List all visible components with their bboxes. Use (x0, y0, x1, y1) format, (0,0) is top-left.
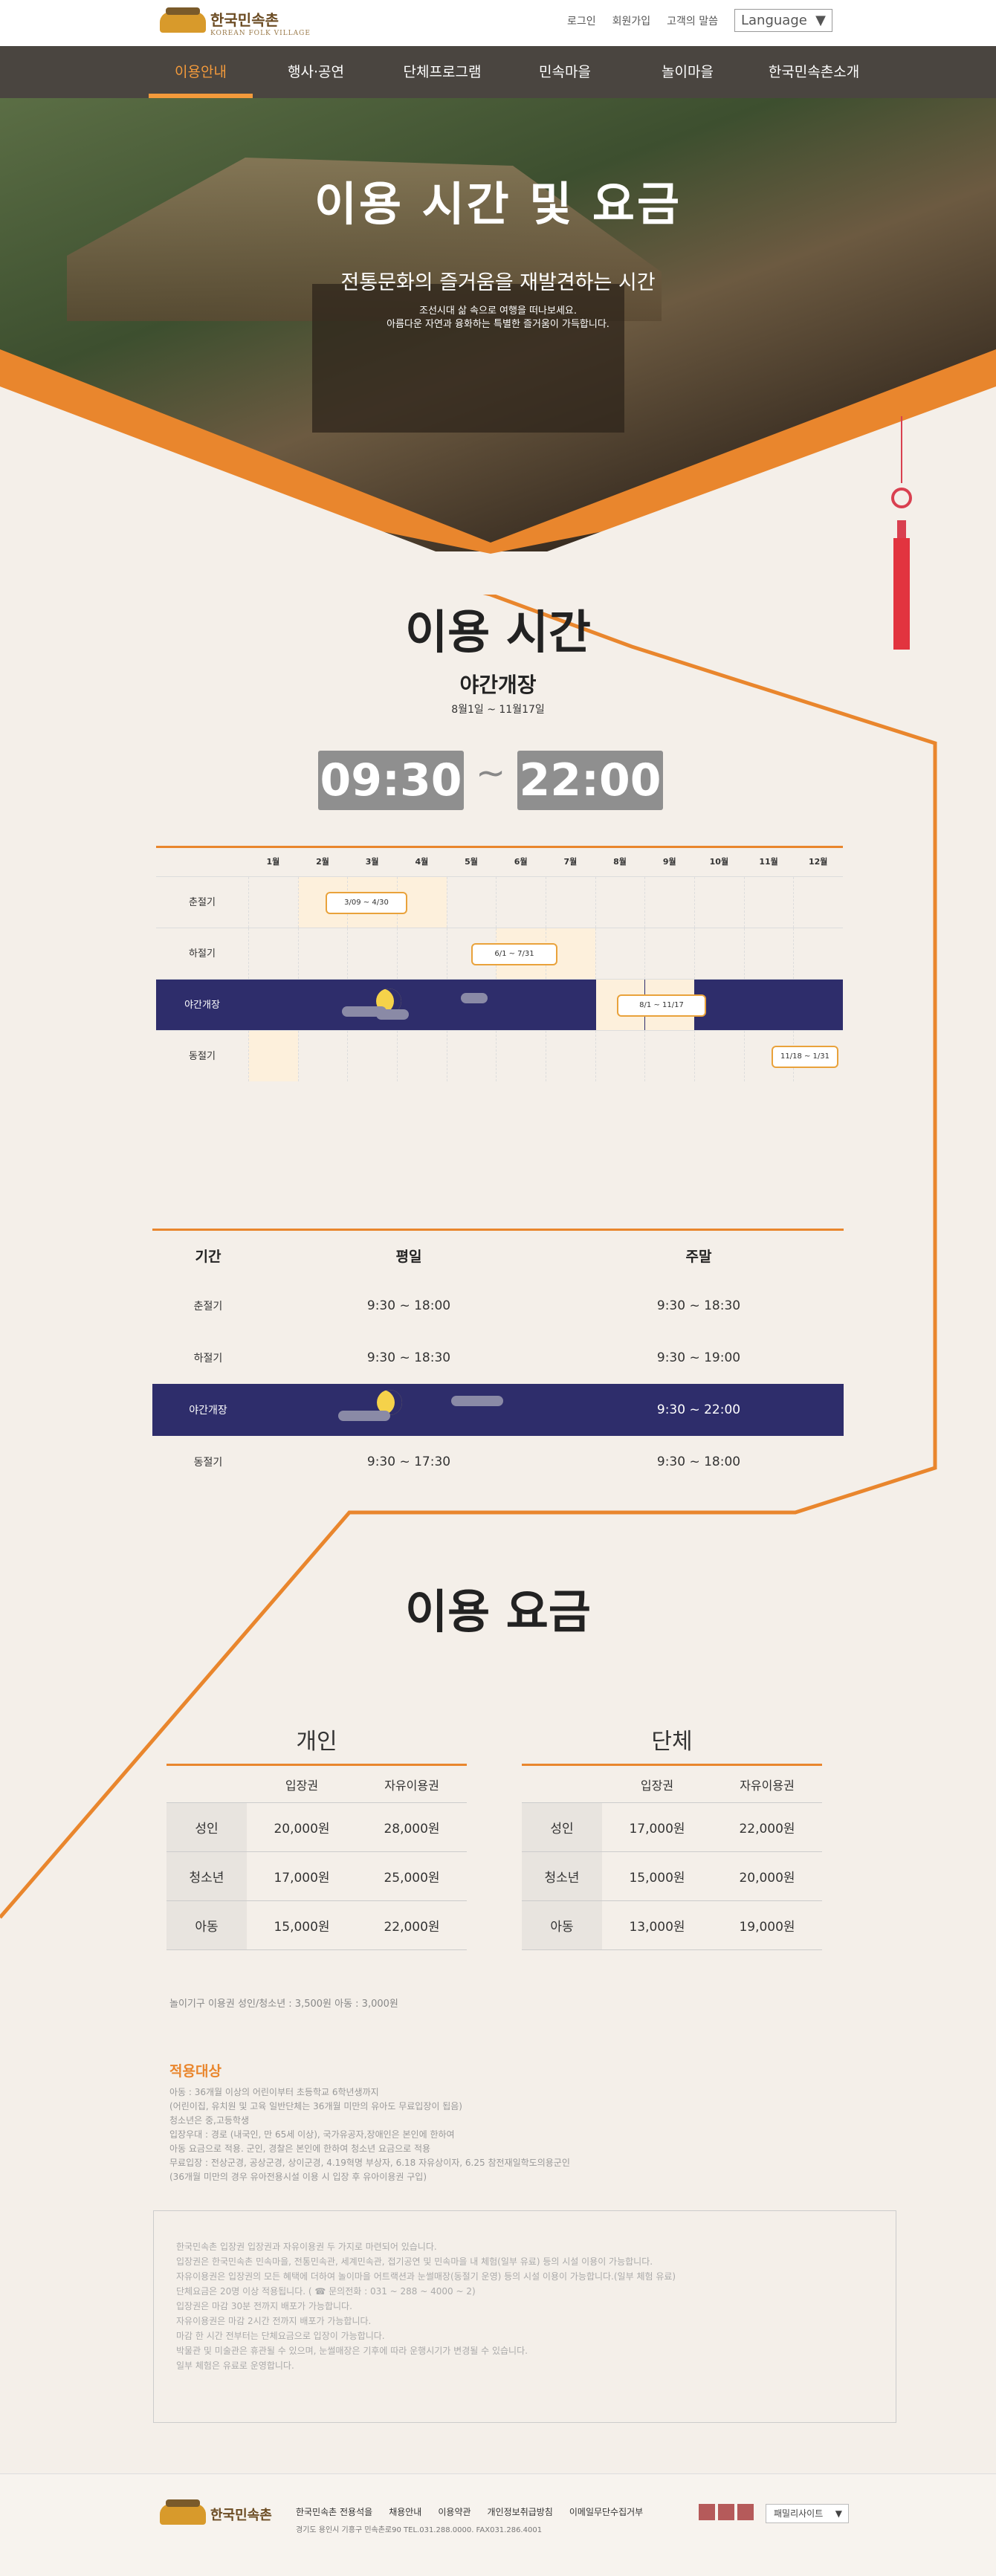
hours-row-winter: 동절기 9:30 ~ 17:30 9:30 ~ 18:00 (193, 1454, 741, 1469)
social-icon[interactable] (737, 2504, 754, 2520)
cloud-icon (376, 1009, 409, 1020)
hours-table-header: 기간 평일 주말 (195, 1248, 712, 1265)
footer-link[interactable]: 이용약관 (438, 2505, 470, 2518)
personal-fee-table: 입장권 자유이용권 성인 20,000원 28,000원 청소년 17,000원 25,0… (166, 1764, 467, 1950)
login-link[interactable]: 로그인 (567, 13, 596, 28)
period-tag-night: 8/1 ~ 11/17 (617, 994, 706, 1017)
fee-table-header: 입장권 자유이용권 (166, 1766, 467, 1803)
nav-item-events[interactable]: 행사·공연 (264, 46, 368, 98)
time-separator: ~ (476, 752, 506, 794)
calendar-row-night: 야간개장 8/1 ~ 11/17 (156, 979, 844, 1030)
notice-box: 한국민속촌 입장권 입장권과 자유이용권 두 가지로 마련되어 있습니다. 입장권… (153, 2210, 896, 2423)
logo-text: 한국민속촌 KOREAN FOLK VILLAGE (210, 10, 311, 37)
utility-nav: 로그인 회원가입 고객의 말씀 Language ▼ (567, 9, 832, 32)
hours-row-summer: 하절기 9:30 ~ 18:30 9:30 ~ 19:00 (193, 1350, 741, 1365)
fee-row: 청소년 15,000원 20,000원 (522, 1852, 822, 1901)
family-site-select[interactable]: 패밀리사이트 ▼ (766, 2504, 849, 2523)
footer-links: 한국민속촌 전용석을 채용안내 이용약관 개인정보취급방침 이메일무단수집거부 (296, 2505, 643, 2518)
chevron-down-icon: ▼ (835, 2508, 842, 2519)
fee-row: 성인 20,000원 28,000원 (166, 1803, 467, 1852)
fee-row: 아동 15,000원 22,000원 (166, 1901, 467, 1950)
hours-row-spring: 춘절기 9:30 ~ 18:00 9:30 ~ 18:30 (193, 1298, 741, 1313)
hours-row-night: 야간개장 9:30 ~ 22:00 (152, 1384, 844, 1436)
social-icon[interactable] (718, 2504, 734, 2520)
fee-row: 성인 17,000원 22,000원 (522, 1803, 822, 1852)
target-body: 아동 : 36개월 이상의 어린이부터 초등학교 6학년생까지 (어린이집, 유치… (169, 2087, 570, 2182)
fee-section-title: 이용 요금 (405, 1585, 591, 1639)
season-calendar: 1월 2월 3월 4월 5월 6월 7월 8월 9월 10월 11월 12월 춘절기 3/09 … (156, 846, 844, 1081)
calendar-row-summer: 하절기 6/1 ~ 7/31 (156, 928, 843, 979)
footer-link[interactable]: 한국민속촌 전용석을 (296, 2505, 372, 2518)
logo-mark (160, 2499, 206, 2525)
hours-section-title: 이용 시간 (405, 605, 591, 659)
period-tag-spring: 3/09 ~ 4/30 (326, 892, 407, 914)
footer-logo[interactable]: 한국민속촌 (160, 2499, 272, 2525)
ride-ticket-note: 놀이기구 이용권 성인/청소년 : 3,500원 아동 : 3,000원 (169, 1999, 398, 2010)
cloud-icon (461, 993, 488, 1003)
nav-item-group[interactable]: 단체프로그램 (387, 46, 498, 98)
close-time: 22:00 (517, 751, 663, 810)
calendar-row-winter: 동절기 11/18 ~ 1/31 (156, 1030, 843, 1081)
chevron-down-icon: ▼ (815, 13, 826, 28)
logo-mark (160, 7, 206, 33)
calendar-month-header: 1월 2월 3월 4월 5월 6월 7월 8월 9월 10월 11월 12월 (266, 857, 828, 867)
nav-item-play-village[interactable]: 놀이마을 (636, 46, 740, 98)
period-tag-summer: 6/1 ~ 7/31 (471, 943, 557, 965)
cloud-icon (451, 1396, 503, 1406)
hours-table: 기간 평일 주말 춘절기 9:30 ~ 18:00 9:30 ~ 18:30 하절기… (152, 1229, 844, 1488)
period-tag-winter: 11/18 ~ 1/31 (772, 1046, 838, 1068)
footer-address: 경기도 용인시 기흥구 민속촌로90 TEL.031.288.0000. FAX… (296, 2526, 543, 2534)
nav-item-folk-village[interactable]: 민속마을 (513, 46, 617, 98)
group-fee-title: 단체 (651, 1729, 693, 1755)
open-time: 09:30 (318, 751, 464, 810)
fee-row: 아동 13,000원 19,000원 (522, 1901, 822, 1950)
footer-link[interactable]: 채용안내 (389, 2505, 421, 2518)
group-fee-table: 입장권 자유이용권 성인 17,000원 22,000원 청소년 15,000원 20,0… (522, 1764, 822, 1950)
customer-voice-link[interactable]: 고객의 말씀 (667, 13, 718, 28)
hero-orange-band (0, 349, 996, 595)
personal-fee-title: 개인 (296, 1729, 337, 1755)
cloud-icon (338, 1411, 390, 1421)
nav-item-guide[interactable]: 이용안내 (149, 46, 253, 98)
hero-title: 이용 시간 및 요금 (314, 177, 682, 231)
hero-subtitle: 전통문화의 즐거움을 재발견하는 시간 (340, 271, 656, 294)
fee-row: 청소년 17,000원 25,000원 (166, 1852, 467, 1901)
footer: 한국민속촌 한국민속촌 전용석을 채용안내 이용약관 개인정보취급방침 이메일무… (0, 2473, 996, 2576)
target-title: 적용대상 (169, 2063, 221, 2080)
site-logo[interactable]: 한국민속촌 KOREAN FOLK VILLAGE (160, 7, 311, 37)
language-select[interactable]: Language ▼ (734, 9, 832, 32)
social-icon[interactable] (699, 2504, 715, 2520)
footer-link[interactable]: 이메일무단수집거부 (569, 2505, 643, 2518)
calendar-row-spring: 춘절기 3/09 ~ 4/30 (156, 876, 843, 928)
footer-link[interactable]: 개인정보취급방침 (488, 2505, 553, 2518)
top-bar: 한국민속촌 KOREAN FOLK VILLAGE 로그인 회원가입 고객의 말… (0, 0, 996, 46)
nav-item-about[interactable]: 한국민속촌소개 (751, 46, 877, 98)
signup-link[interactable]: 회원가입 (612, 13, 651, 28)
main-nav: 이용안내 행사·공연 단체프로그램 민속마을 놀이마을 한국민속촌소개 (0, 46, 996, 98)
fee-table-header: 입장권 자유이용권 (522, 1766, 822, 1803)
night-open-title: 야간개장 (459, 673, 537, 697)
night-open-period: 8월1일 ~ 11월17일 (451, 704, 545, 716)
